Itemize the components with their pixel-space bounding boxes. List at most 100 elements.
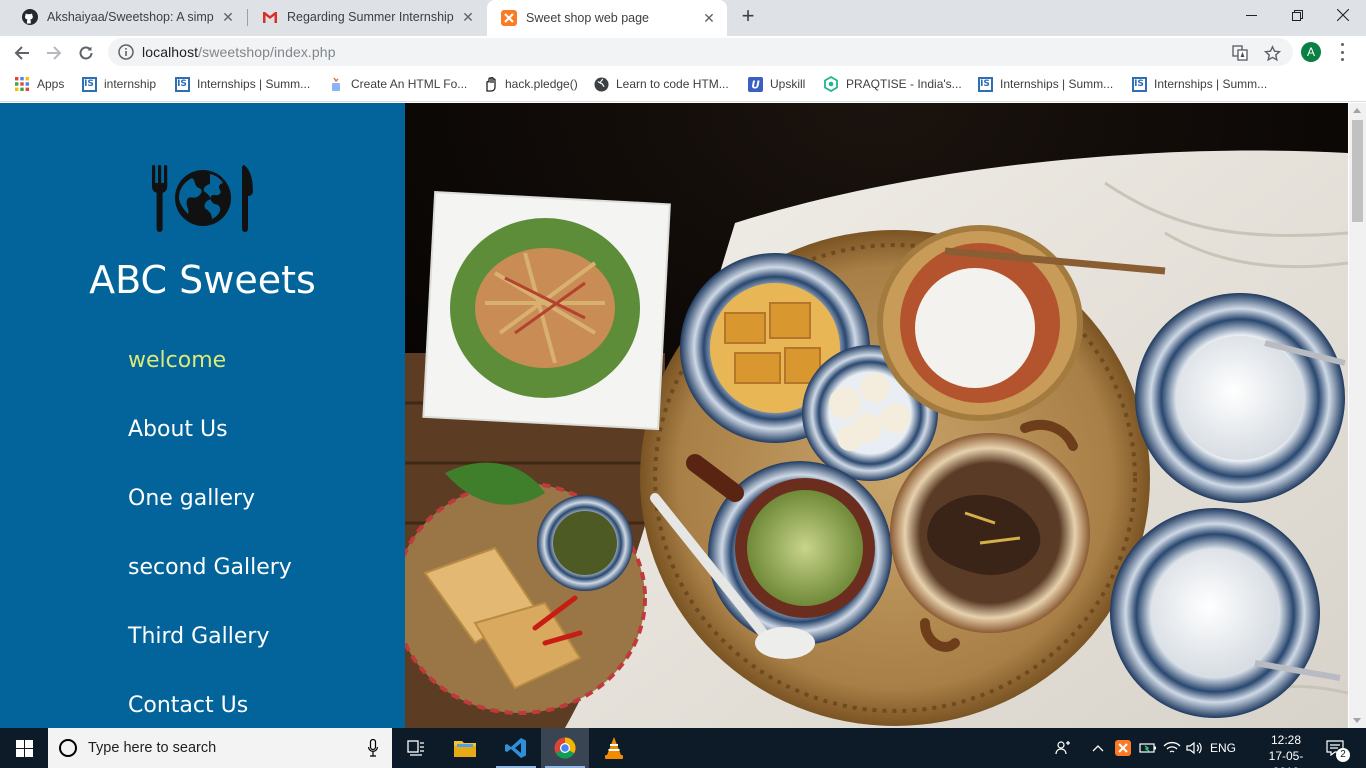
windows-taskbar: Type here to search ENG 12:28 17-05- 2	[0, 728, 1366, 768]
bookmark-upskill[interactable]: U Upskill	[747, 75, 805, 93]
globe-icon	[593, 76, 609, 92]
is-icon: IS	[174, 76, 190, 92]
back-button[interactable]	[9, 40, 35, 66]
bookmark-internships-2[interactable]: IS Internships | Summ...	[977, 75, 1113, 93]
is-icon: IS	[977, 76, 993, 92]
hero-food-image	[405, 103, 1348, 728]
bookmark-learn-to-code[interactable]: Learn to code HTM...	[593, 75, 729, 93]
bookmark-internship[interactable]: IS internship	[81, 75, 156, 93]
xampp-icon	[501, 10, 517, 26]
close-icon[interactable]: ✕	[701, 10, 717, 26]
bookmark-page-icon	[328, 76, 344, 92]
is-icon: IS	[1131, 76, 1147, 92]
bookmark-create-html-form[interactable]: Create An HTML Fo...	[328, 75, 467, 93]
wifi-icon[interactable]	[1162, 728, 1182, 768]
tab-strip: Akshaiyaa/Sweetshop: A simple w ✕ Regard…	[0, 0, 1366, 36]
nav-link-contact-us[interactable]: Contact Us	[128, 693, 248, 718]
sidebar: ABC Sweets welcome About Us One gallery …	[0, 103, 405, 728]
bookmark-label: Learn to code HTM...	[616, 77, 729, 91]
vscode-icon	[505, 738, 526, 758]
bookmark-label: hack.pledge()	[505, 77, 578, 91]
address-bar[interactable]: localhost/sweetshop/index.php	[108, 38, 1293, 66]
taskbar-clock[interactable]: 12:28 17-05-2019	[1256, 732, 1316, 768]
microphone-icon[interactable]	[368, 739, 378, 757]
minimize-icon	[1245, 14, 1257, 16]
close-window-button[interactable]	[1320, 0, 1366, 30]
reload-button[interactable]	[73, 40, 99, 66]
clock-date: 17-05-2019	[1268, 749, 1304, 768]
volume-icon[interactable]	[1185, 728, 1205, 768]
bookmark-label: Apps	[37, 77, 65, 91]
action-center-button[interactable]: 2	[1320, 728, 1350, 768]
notification-count-badge: 2	[1336, 748, 1350, 762]
site-brand-title: ABC Sweets	[89, 258, 316, 302]
page-viewport: ABC Sweets welcome About Us One gallery …	[0, 103, 1366, 728]
bookmark-label: internship	[104, 77, 157, 91]
scrollbar-thumb[interactable]	[1352, 120, 1363, 222]
tab-gmail[interactable]: Regarding Summer Internship - a ✕	[248, 0, 486, 34]
bookmark-label: Internships | Summ...	[197, 77, 311, 91]
close-icon[interactable]: ✕	[220, 9, 236, 25]
scroll-down-arrow-icon[interactable]	[1353, 718, 1361, 723]
reload-icon	[79, 46, 93, 60]
menu-icon[interactable]	[1336, 43, 1348, 61]
info-icon[interactable]	[118, 44, 134, 60]
nav-link-about-us[interactable]: About Us	[128, 417, 228, 442]
nav-link-second-gallery[interactable]: second Gallery	[128, 555, 292, 580]
xampp-tray-icon[interactable]	[1114, 728, 1132, 768]
minimize-button[interactable]	[1228, 0, 1274, 30]
cortana-icon	[59, 739, 77, 757]
windows-logo-icon	[15, 739, 33, 757]
scroll-up-arrow-icon[interactable]	[1353, 108, 1361, 113]
bookmark-label: PRAQTISE - India's...	[846, 77, 962, 91]
profile-avatar[interactable]: A	[1301, 42, 1321, 62]
taskbar-vscode[interactable]	[492, 728, 540, 768]
restore-button[interactable]	[1274, 0, 1320, 30]
praqtise-icon	[823, 76, 839, 92]
page-scrollbar[interactable]	[1349, 103, 1366, 728]
start-button[interactable]	[0, 728, 48, 768]
tab-title: Regarding Summer Internship - a	[287, 10, 454, 24]
close-icon[interactable]: ✕	[460, 9, 476, 25]
tab-sweet-shop[interactable]: Sweet shop web page ✕	[487, 0, 727, 36]
battery-icon[interactable]	[1138, 728, 1158, 768]
bookmark-hack-pledge[interactable]: hack.pledge()	[482, 75, 578, 93]
url-host: localhost	[142, 44, 199, 60]
nav-link-third-gallery[interactable]: Third Gallery	[128, 624, 269, 649]
people-icon[interactable]	[1052, 728, 1074, 768]
tab-title: Akshaiyaa/Sweetshop: A simple w	[47, 10, 214, 24]
restore-icon	[1291, 9, 1303, 21]
taskbar-search-box[interactable]: Type here to search	[48, 728, 392, 768]
new-tab-button[interactable]: +	[737, 5, 759, 28]
svg-text:U: U	[751, 79, 760, 91]
search-placeholder: Type here to search	[88, 740, 217, 756]
task-view-icon	[407, 740, 424, 756]
bookmark-label: Create An HTML Fo...	[351, 77, 468, 91]
clock-time: 12:28	[1270, 733, 1302, 747]
taskbar-vlc[interactable]	[590, 728, 638, 768]
star-icon[interactable]	[1263, 44, 1281, 62]
nav-link-one-gallery[interactable]: One gallery	[128, 486, 255, 511]
bookmark-praqtise[interactable]: PRAQTISE - India's...	[823, 75, 962, 93]
upskill-icon: U	[747, 76, 763, 92]
back-arrow-icon	[14, 46, 29, 60]
tab-github[interactable]: Akshaiyaa/Sweetshop: A simple w ✕	[8, 0, 246, 34]
language-indicator[interactable]: ENG	[1208, 728, 1238, 768]
is-icon: IS	[81, 76, 97, 92]
url-path: /sweetshop/index.php	[198, 44, 336, 60]
forward-arrow-icon	[47, 46, 62, 60]
forward-button[interactable]	[41, 40, 67, 66]
taskbar-chrome[interactable]	[541, 728, 589, 768]
translate-icon[interactable]	[1231, 44, 1249, 62]
nav-link-welcome[interactable]: welcome	[128, 348, 226, 373]
taskbar-file-explorer[interactable]	[441, 728, 489, 768]
bookmark-apps[interactable]: Apps	[14, 75, 64, 93]
fork-globe-knife-logo-icon	[152, 165, 253, 232]
bookmark-internships-3[interactable]: IS Internships | Summ...	[1131, 75, 1267, 93]
bookmark-internships-1[interactable]: IS Internships | Summ...	[174, 75, 310, 93]
bookmark-label: Internships | Summ...	[1154, 77, 1268, 91]
task-view-button[interactable]	[392, 728, 440, 768]
chevron-up-icon[interactable]	[1090, 728, 1106, 768]
hand-icon	[482, 76, 498, 92]
url-text: localhost/sweetshop/index.php	[142, 44, 336, 60]
